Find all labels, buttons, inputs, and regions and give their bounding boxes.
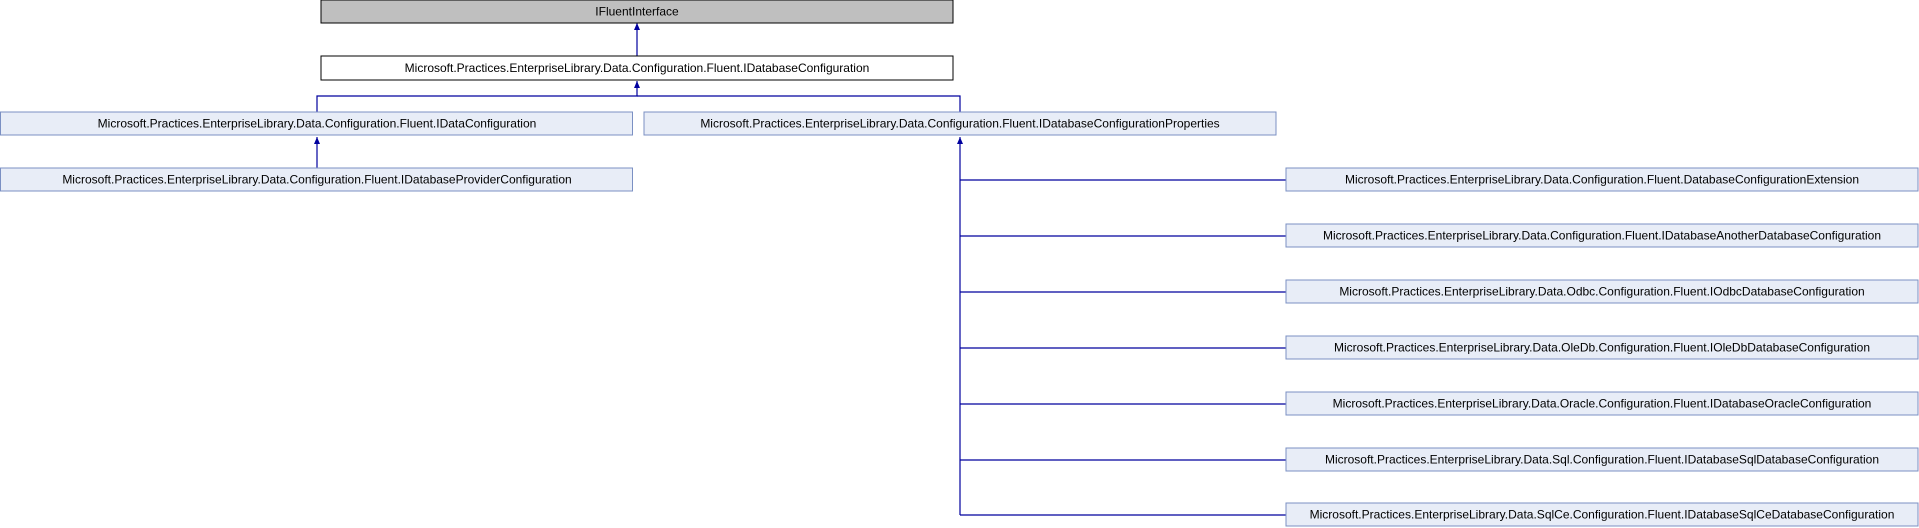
node-ioledbdatabaseconfiguration[interactable]: Microsoft.Practices.EnterpriseLibrary.Da…: [1285, 335, 1919, 360]
edge-data-configuration-to-database-configuration: [316, 81, 640, 112]
node-label: Microsoft.Practices.EnterpriseLibrary.Da…: [1333, 397, 1872, 411]
node-idatabaseconfiguration[interactable]: Microsoft.Practices.EnterpriseLibrary.Da…: [320, 55, 954, 81]
node-idatabasesqlcedatabaseconfiguration[interactable]: Microsoft.Practices.EnterpriseLibrary.Da…: [1285, 502, 1919, 527]
node-idatabaseoracleconfiguration[interactable]: Microsoft.Practices.EnterpriseLibrary.Da…: [1285, 391, 1919, 416]
node-label: Microsoft.Practices.EnterpriseLibrary.Da…: [98, 117, 537, 131]
node-label: Microsoft.Practices.EnterpriseLibrary.Da…: [405, 61, 870, 75]
inheritance-diagram: IFluentInterface Microsoft.Practices.Ent…: [0, 0, 1919, 527]
node-iodbcdatabaseconfiguration[interactable]: Microsoft.Practices.EnterpriseLibrary.Da…: [1285, 279, 1919, 304]
node-label: Microsoft.Practices.EnterpriseLibrary.Da…: [1323, 229, 1881, 243]
edge-properties-to-database-configuration: [637, 95, 961, 112]
node-label: IFluentInterface: [595, 5, 679, 19]
node-ifluentinterface[interactable]: IFluentInterface: [320, 0, 954, 24]
inheritance-edges: [314, 23, 1286, 516]
node-idatabaseproviderconfiguration[interactable]: Microsoft.Practices.EnterpriseLibrary.Da…: [0, 167, 633, 192]
node-label: Microsoft.Practices.EnterpriseLibrary.Da…: [1325, 453, 1879, 467]
node-label: Microsoft.Practices.EnterpriseLibrary.Da…: [1334, 341, 1870, 355]
node-idatabaseanotherdatabaseconfiguration[interactable]: Microsoft.Practices.EnterpriseLibrary.Da…: [1285, 223, 1919, 248]
node-label: Microsoft.Practices.EnterpriseLibrary.Da…: [700, 117, 1219, 131]
node-idataconfiguration[interactable]: Microsoft.Practices.EnterpriseLibrary.Da…: [0, 111, 633, 136]
node-label: Microsoft.Practices.EnterpriseLibrary.Da…: [62, 173, 571, 187]
node-idatabasesqldatabaseconfiguration[interactable]: Microsoft.Practices.EnterpriseLibrary.Da…: [1285, 447, 1919, 472]
node-idatabaseconfigurationproperties[interactable]: Microsoft.Practices.EnterpriseLibrary.Da…: [643, 111, 1277, 136]
node-label: Microsoft.Practices.EnterpriseLibrary.Da…: [1310, 508, 1895, 522]
node-label: Microsoft.Practices.EnterpriseLibrary.Da…: [1339, 285, 1864, 299]
node-label: Microsoft.Practices.EnterpriseLibrary.Da…: [1345, 173, 1859, 187]
node-databaseconfigurationextension[interactable]: Microsoft.Practices.EnterpriseLibrary.Da…: [1285, 167, 1919, 192]
